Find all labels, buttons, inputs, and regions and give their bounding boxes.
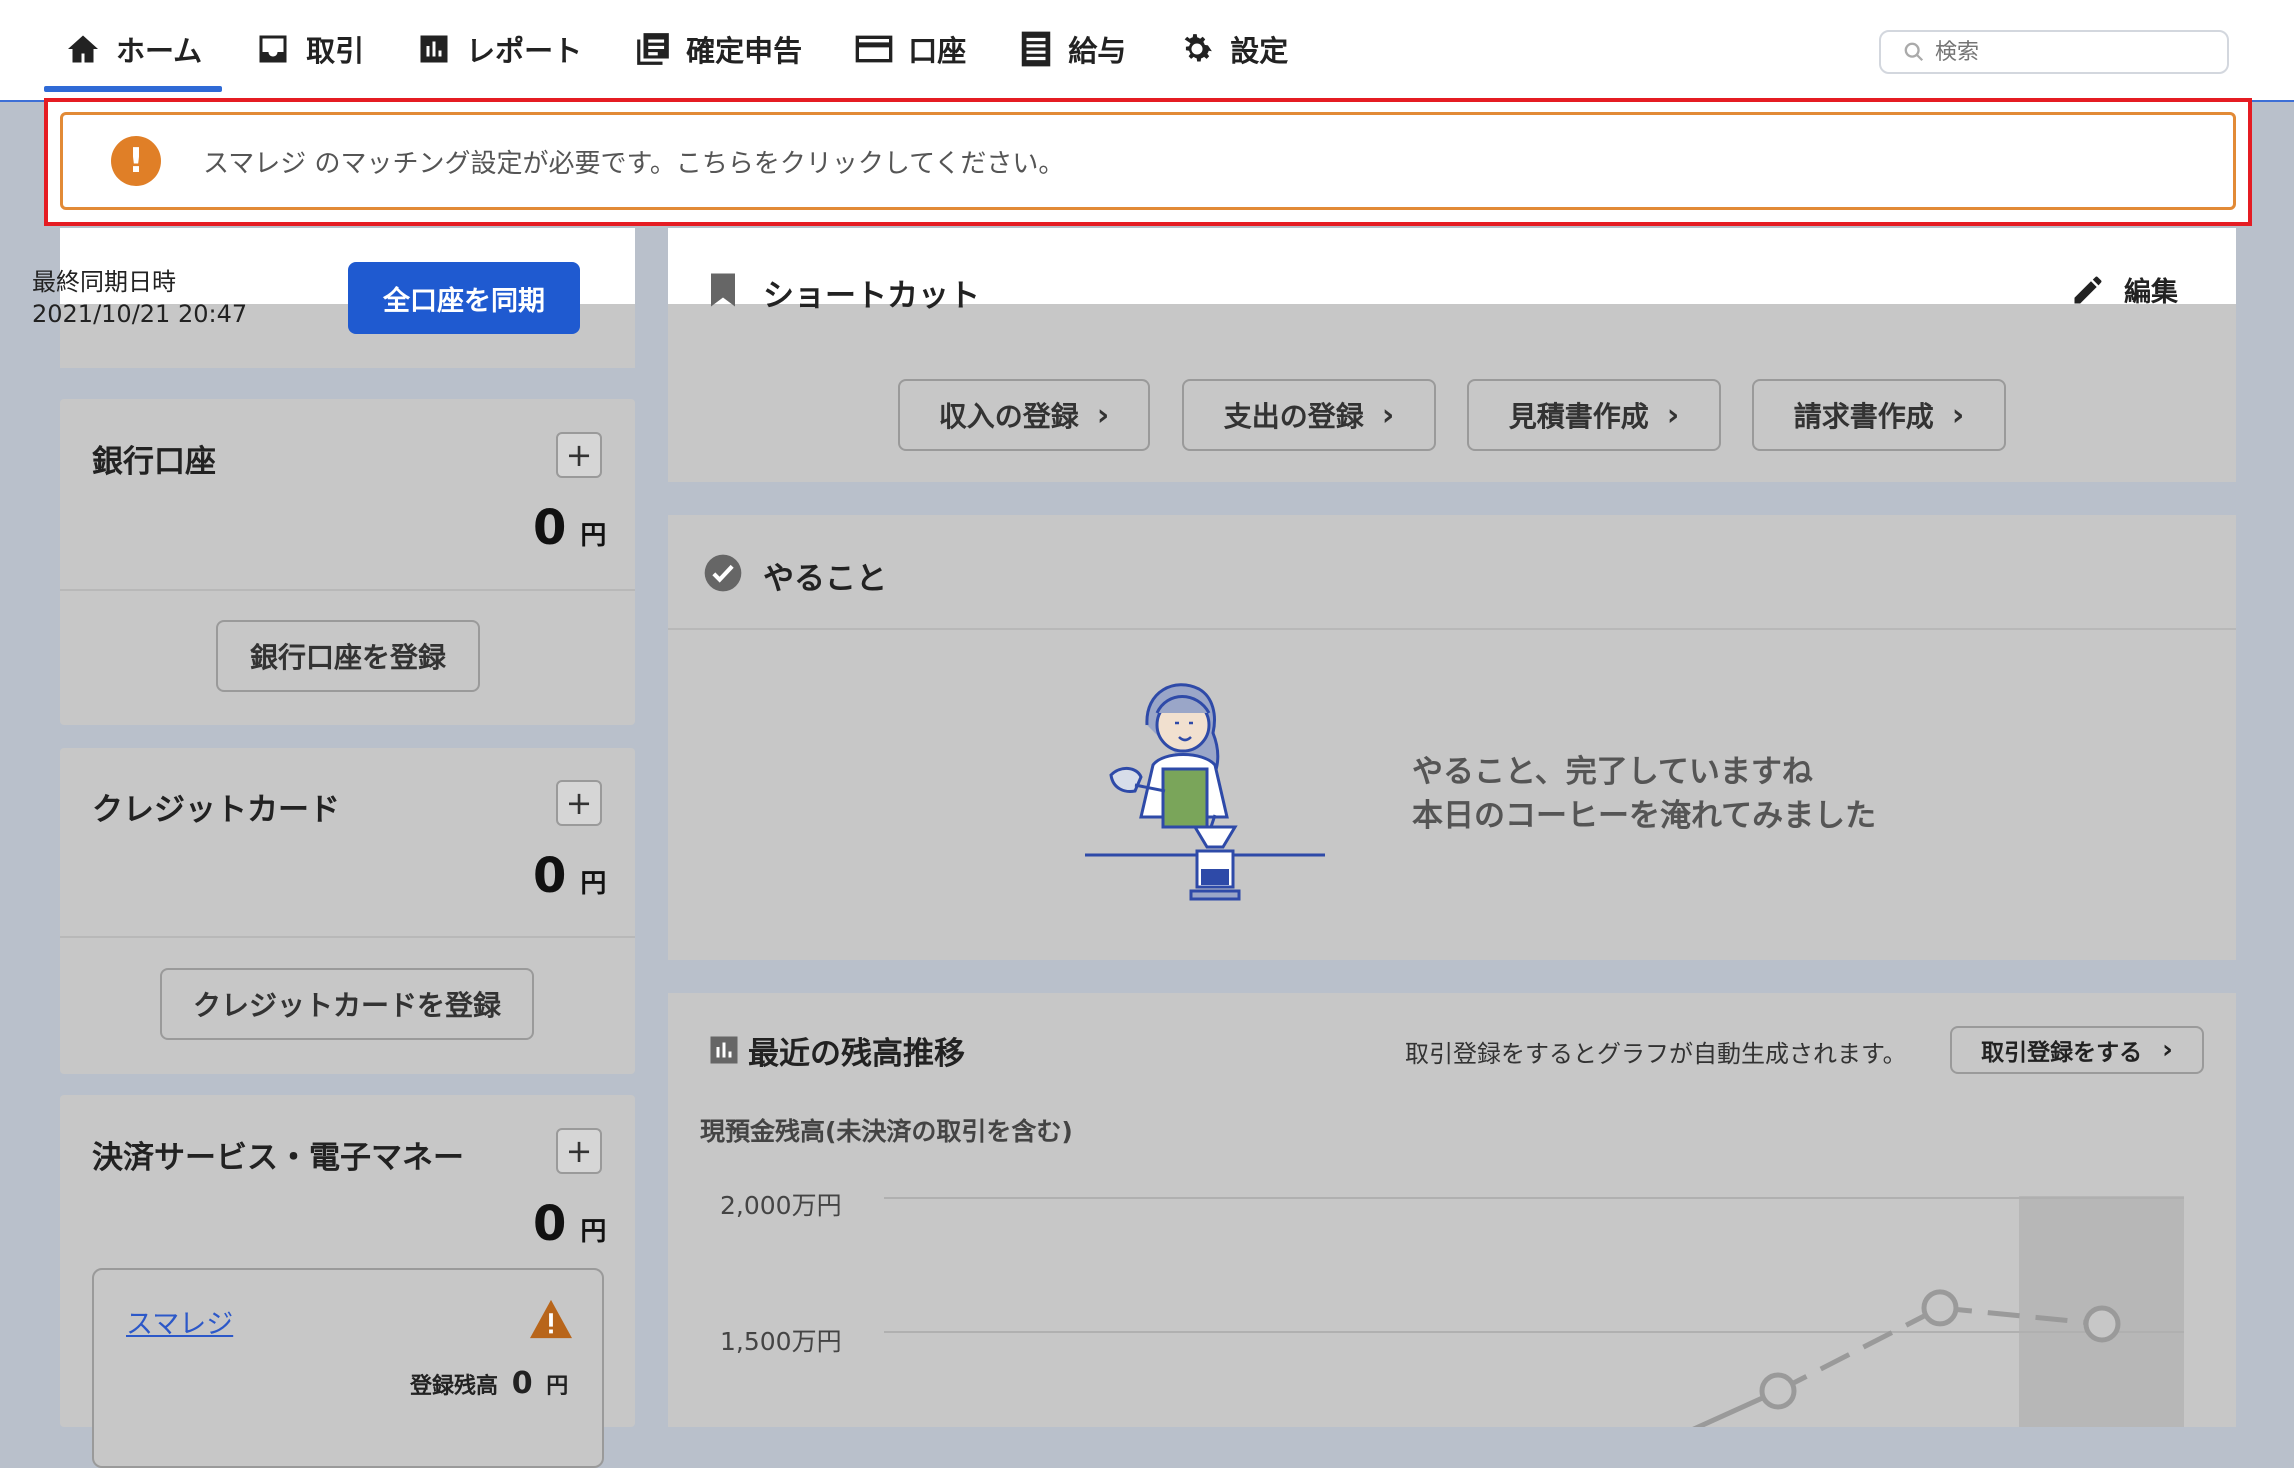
home-icon [68, 35, 98, 63]
bar-chart-icon [420, 35, 448, 63]
create-invoice-button[interactable]: 請求書作成 › [1752, 379, 2006, 451]
tab-home[interactable]: ホーム [38, 0, 228, 98]
tab-label: 給与 [1068, 34, 1127, 68]
credit-amount: 0円 [533, 848, 607, 904]
register-transaction-button[interactable]: 取引登録をする › [1950, 1026, 2204, 1074]
tab-label: 確定申告 [686, 34, 803, 68]
series-line-segment [1776, 1305, 1942, 1394]
tab-payroll[interactable]: 給与 [992, 0, 1152, 98]
chart-subtitle: 現預金残高(未決済の取引を含む) [700, 1117, 1073, 1146]
tab-tax-return[interactable]: 確定申告 [608, 0, 828, 98]
tab-accounts[interactable]: 口座 [828, 0, 992, 98]
last-sync-label: 最終同期日時 [32, 268, 176, 296]
balance-note: 取引登録をするとグラフが自動生成されます。 [1405, 1040, 1907, 1068]
bookmark-icon [711, 273, 735, 307]
data-point [2083, 1305, 2121, 1343]
data-point [1759, 1372, 1797, 1410]
series-line-segment [1692, 1388, 1780, 1427]
add-credit-button[interactable]: + [556, 780, 602, 826]
bank-amount: 0円 [533, 500, 607, 556]
data-point [1921, 1289, 1959, 1327]
inbox-icon [259, 35, 287, 63]
search-icon [1904, 42, 1924, 62]
balance-title: 最近の残高推移 [748, 1036, 965, 1072]
credit-card-icon [855, 35, 893, 63]
bar-chart-icon [710, 1036, 738, 1064]
y-tick-label: 2,000万円 [720, 1191, 842, 1220]
coffee-illustration [1085, 683, 1325, 901]
register-income-button[interactable]: 収入の登録 › [898, 379, 1150, 451]
document-stack-icon [637, 33, 670, 65]
tab-reports[interactable]: レポート [390, 0, 608, 98]
tab-transactions[interactable]: 取引 [228, 0, 390, 98]
edit-shortcut-button[interactable]: 編集 [2070, 270, 2178, 309]
chevron-right-icon: › [2162, 1035, 2173, 1065]
gear-icon [1184, 34, 1213, 62]
exclamation-icon: ! [111, 136, 161, 186]
sync-all-button[interactable]: 全口座を同期 [348, 262, 580, 334]
pencil-icon [2074, 276, 2102, 303]
tab-label: 取引 [306, 34, 365, 68]
payment-amount: 0円 [533, 1196, 607, 1252]
add-payment-button[interactable]: + [556, 1128, 602, 1174]
balance-line-chart [884, 1196, 2184, 1427]
chevron-right-icon: › [1096, 397, 1110, 433]
warning-icon [530, 1299, 572, 1339]
chevron-right-icon: › [1951, 397, 1965, 433]
register-bank-button[interactable]: 銀行口座を登録 [216, 620, 480, 692]
chevron-right-icon: › [1666, 397, 1680, 433]
todo-title: やること [763, 561, 887, 597]
search-box[interactable] [1879, 30, 2229, 74]
todo-message: やること、完了していますね 本日のコーヒーを淹れてみました [1412, 754, 1877, 834]
search-input[interactable] [1933, 38, 2217, 66]
chevron-right-icon: › [1381, 397, 1395, 433]
top-navigation: ホーム 取引 レポート 確定申告 口座 給与 設定 [0, 0, 2294, 102]
payment-title: 決済サービス・電子マネー [92, 1140, 464, 1176]
tab-label: 設定 [1230, 34, 1289, 68]
register-credit-button[interactable]: クレジットカードを登録 [160, 968, 534, 1040]
list-icon [1021, 31, 1051, 67]
credit-title: クレジットカード [92, 792, 340, 828]
create-estimate-button[interactable]: 見積書作成 › [1467, 379, 1721, 451]
tab-settings[interactable]: 設定 [1152, 0, 1314, 98]
matching-alert[interactable]: ! スマレジ のマッチング設定が必要です。こちらをクリックしてください。 [60, 112, 2236, 210]
alert-message: スマレジ のマッチング設定が必要です。こちらをクリックしてください。 [203, 148, 1065, 179]
shortcut-title: ショートカット [763, 278, 980, 314]
registered-balance: 登録残高 0 円 [410, 1366, 569, 1401]
add-bank-button[interactable]: + [556, 432, 602, 478]
tab-label: レポート [466, 34, 583, 68]
nav-tabs: ホーム 取引 レポート 確定申告 口座 給与 設定 [38, 0, 1314, 98]
tab-label: 口座 [908, 34, 967, 68]
todo-card [668, 515, 2236, 960]
y-tick-label: 1,500万円 [720, 1327, 842, 1356]
bank-title: 銀行口座 [92, 444, 216, 480]
edit-label: 編集 [2124, 277, 2178, 308]
last-sync-datetime: 2021/10/21 20:47 [32, 300, 248, 328]
service-link[interactable]: スマレジ [126, 1302, 233, 1341]
tab-label: ホーム [116, 34, 203, 68]
check-circle-icon [704, 554, 742, 592]
register-expense-button[interactable]: 支出の登録 › [1182, 379, 1436, 451]
